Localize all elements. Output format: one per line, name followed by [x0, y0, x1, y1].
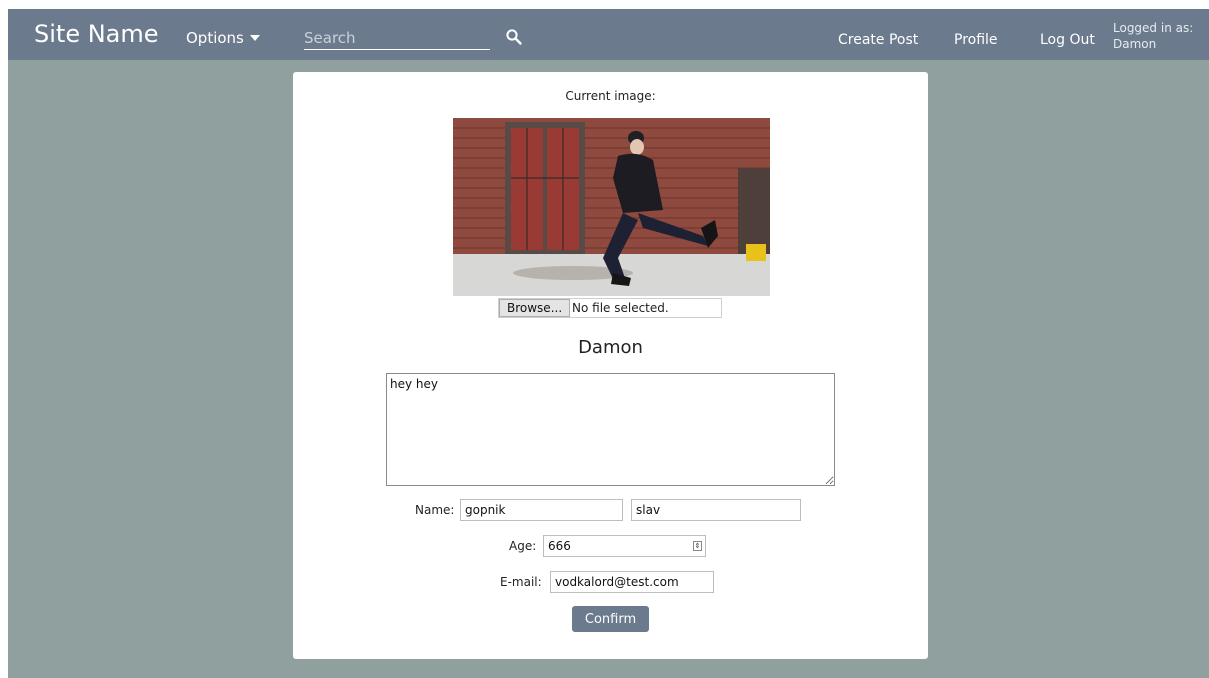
chevron-down-icon — [249, 35, 260, 41]
spinner-arrows-icon[interactable]: ⇕ — [693, 541, 702, 551]
profile-card: Current image: Browse... No file selecte… — [293, 72, 928, 659]
first-name-field[interactable] — [460, 499, 623, 521]
top-navbar: Site Name Options Create Post Profile Lo… — [8, 9, 1209, 60]
bio-textarea[interactable]: hey hey — [386, 373, 835, 486]
logged-in-label: Logged in as: — [1113, 21, 1194, 35]
profile-photo — [453, 118, 770, 296]
search-box — [304, 27, 490, 50]
search-icon[interactable] — [505, 28, 523, 46]
logged-in-status: Logged in as: Damon — [1113, 20, 1193, 52]
create-post-link[interactable]: Create Post — [838, 31, 918, 49]
profile-username: Damon — [578, 337, 643, 358]
file-status: No file selected. — [572, 301, 669, 315]
last-name-field[interactable] — [631, 499, 801, 521]
confirm-button[interactable]: Confirm — [572, 606, 649, 632]
log-out-link[interactable]: Log Out — [1040, 31, 1095, 49]
site-name[interactable]: Site Name — [34, 18, 159, 50]
email-label: E-mail: — [500, 575, 542, 589]
profile-link[interactable]: Profile — [954, 31, 998, 49]
browse-button[interactable]: Browse... — [499, 299, 571, 317]
age-field[interactable] — [543, 535, 706, 557]
search-input[interactable] — [304, 27, 490, 48]
email-field[interactable] — [550, 571, 714, 593]
name-label: Name: — [415, 503, 455, 517]
options-label: Options — [186, 29, 244, 47]
options-dropdown[interactable]: Options — [186, 28, 260, 48]
file-picker: Browse... No file selected. — [498, 298, 722, 318]
age-label: Age: — [509, 539, 537, 553]
logged-in-user: Damon — [1113, 37, 1157, 51]
current-image-label: Current image: — [565, 89, 656, 103]
